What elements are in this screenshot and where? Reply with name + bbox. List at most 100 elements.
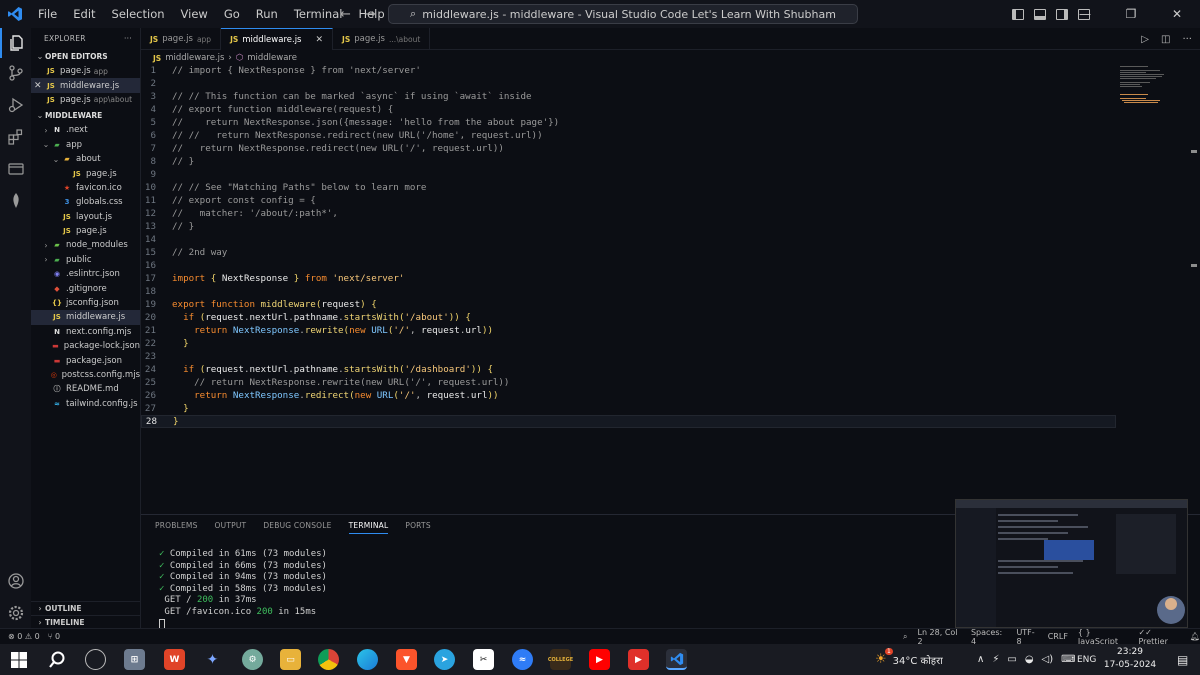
- file-item[interactable]: ◆ .gitignore: [31, 281, 140, 295]
- more-actions-icon[interactable]: ···: [1182, 34, 1192, 45]
- open-editors-header[interactable]: ⌄ OPEN EDITORS: [31, 48, 140, 64]
- split-editor-icon[interactable]: ◫: [1161, 34, 1170, 45]
- code-line[interactable]: 1 // import { NextResponse } from 'next/s…: [141, 64, 1116, 77]
- file-item[interactable]: JS layout.js: [31, 210, 140, 224]
- code-line[interactable]: 28}: [141, 415, 1116, 428]
- panel-tab-problems[interactable]: PROBLEMS: [155, 521, 198, 534]
- code-line[interactable]: 5 // return NextResponse.json({message: '…: [141, 116, 1116, 129]
- file-item[interactable]: Nnext.config.mjs: [31, 325, 140, 339]
- folder-item[interactable]: › ▰ public: [31, 253, 140, 267]
- code-line[interactable]: 24 if (request.nextUrl.pathname.startsWi…: [141, 363, 1116, 376]
- panel-tab-output[interactable]: OUTPUT: [215, 521, 247, 534]
- outline-section[interactable]: › OUTLINE: [31, 601, 141, 615]
- scrollbar-marker[interactable]: [1191, 264, 1197, 267]
- errors-indicator[interactable]: ⊗ 0 ⚠ 0: [8, 632, 40, 641]
- language-mode[interactable]: { } JavaScript: [1078, 628, 1129, 646]
- toggle-panel-icon[interactable]: [1034, 8, 1046, 20]
- telegram-icon[interactable]: ➤: [434, 649, 455, 670]
- run-icon[interactable]: ▷: [1141, 34, 1149, 45]
- settings-gear-icon[interactable]: [0, 598, 31, 628]
- code-line[interactable]: 20 if (request.nextUrl.pathname.startsWi…: [141, 311, 1116, 324]
- chevron-up-icon[interactable]: ∧: [977, 654, 984, 665]
- code-line[interactable]: 2: [141, 77, 1116, 90]
- terminal-output[interactable]: ✓ Compiled in 61ms (73 modules) ✓ Compile…: [159, 549, 327, 631]
- battery-saver-icon[interactable]: ⚡: [992, 654, 999, 665]
- wps-office-icon[interactable]: W: [164, 649, 185, 670]
- project-header[interactable]: ⌄ MIDDLEWARE: [31, 107, 140, 123]
- code-line[interactable]: 4 // export function middleware(request) …: [141, 103, 1116, 116]
- panel-tab-terminal[interactable]: TERMINAL: [348, 521, 389, 534]
- code-line[interactable]: 15 // 2nd way: [141, 246, 1116, 259]
- capcut-icon[interactable]: ✂: [473, 649, 494, 670]
- chatgpt-icon[interactable]: ⚙: [242, 649, 263, 670]
- vscode-taskbar-icon[interactable]: [666, 649, 687, 670]
- editor-tab[interactable]: JS middleware.js ✕: [221, 28, 334, 50]
- file-item[interactable]: ◎ postcss.config.mjs: [31, 368, 140, 382]
- volume-icon[interactable]: ◁): [1042, 654, 1054, 665]
- command-center-search[interactable]: ⌕ middleware.js - middleware - Visual St…: [388, 4, 858, 24]
- code-line[interactable]: 22 }: [141, 337, 1116, 350]
- code-line[interactable]: 10 // // See "Matching Paths" below to le…: [141, 181, 1116, 194]
- prettier-status[interactable]: ✓✓ Prettier: [1138, 628, 1179, 646]
- code-line[interactable]: 21 return NextResponse.rewrite(new URL('…: [141, 324, 1116, 337]
- explorer-icon[interactable]: [0, 28, 31, 58]
- file-item[interactable]: JS page.js: [31, 166, 140, 180]
- code-line[interactable]: 7 // return NextResponse.redirect(new URL…: [141, 142, 1116, 155]
- file-item[interactable]: ⓘ README.md: [31, 382, 140, 396]
- breadcrumb-symbol[interactable]: middleware: [247, 53, 297, 63]
- more-actions-icon[interactable]: ···: [124, 34, 132, 43]
- menu-selection[interactable]: Selection: [104, 0, 173, 28]
- gemini-icon[interactable]: ✦: [202, 649, 223, 670]
- file-item[interactable]: ◉ .eslintrc.json: [31, 267, 140, 281]
- network-icon[interactable]: ◒: [1025, 654, 1034, 665]
- menu-view[interactable]: View: [173, 0, 216, 28]
- panel-tab-debug-console[interactable]: DEBUG CONSOLE: [263, 521, 331, 534]
- line-ending[interactable]: CRLF: [1048, 632, 1068, 641]
- editor-tab[interactable]: JS page.js app: [141, 28, 222, 50]
- file-item[interactable]: ▬ package.json: [31, 353, 140, 367]
- scrollbar-marker[interactable]: [1191, 150, 1197, 153]
- brave-icon[interactable]: ▼: [396, 649, 417, 670]
- open-editor-item[interactable]: JS page.js app: [31, 64, 140, 78]
- file-item[interactable]: ★ favicon.ico: [31, 181, 140, 195]
- close-icon[interactable]: ✕: [34, 81, 44, 91]
- calculator-icon[interactable]: ⊞: [124, 649, 145, 670]
- code-line[interactable]: 14: [141, 233, 1116, 246]
- code-line[interactable]: 26 return NextResponse.redirect(new URL(…: [141, 389, 1116, 402]
- back-arrow-icon[interactable]: ←: [340, 7, 351, 22]
- code-line[interactable]: 13 // }: [141, 220, 1116, 233]
- file-item[interactable]: {} jsconfig.json: [31, 296, 140, 310]
- menu-file[interactable]: File: [30, 0, 65, 28]
- run-debug-icon[interactable]: [0, 90, 31, 120]
- code-line[interactable]: 18: [141, 285, 1116, 298]
- notification-center-icon[interactable]: ▤: [1177, 644, 1188, 675]
- minimize-icon[interactable]: —: [1062, 0, 1108, 28]
- extensions-icon[interactable]: [0, 122, 31, 152]
- code-line[interactable]: 11 // export const config = {: [141, 194, 1116, 207]
- file-explorer-icon[interactable]: ▭: [280, 649, 301, 670]
- mongodb-leaf-icon[interactable]: [0, 186, 31, 216]
- file-item[interactable]: ≈ tailwind.config.js: [31, 397, 140, 411]
- code-line[interactable]: 17 import { NextResponse } from 'next/ser…: [141, 272, 1116, 285]
- input-language[interactable]: ENG: [1077, 644, 1096, 675]
- file-item[interactable]: JS middleware.js: [31, 310, 140, 325]
- folder-item[interactable]: ⌄ ▰ app: [31, 138, 140, 152]
- file-item[interactable]: JS page.js: [31, 224, 140, 238]
- code-line[interactable]: 8 // }: [141, 155, 1116, 168]
- accounts-icon[interactable]: [0, 566, 31, 596]
- windows-start-icon[interactable]: [8, 649, 29, 670]
- menu-go[interactable]: Go: [216, 0, 248, 28]
- clock[interactable]: 23:29 17-05-2024: [1100, 646, 1160, 672]
- cursor-position[interactable]: Ln 28, Col 2: [917, 628, 960, 646]
- code-line[interactable]: 16: [141, 259, 1116, 272]
- panel-tab-ports[interactable]: PORTS: [405, 521, 430, 534]
- close-icon[interactable]: ✕: [1154, 0, 1200, 28]
- code-line[interactable]: 6 // // return NextResponse.redirect(new …: [141, 129, 1116, 142]
- weather-widget[interactable]: ☀ 1 34°C कोहरा: [875, 644, 943, 675]
- menu-edit[interactable]: Edit: [65, 0, 103, 28]
- forward-arrow-icon[interactable]: →: [365, 7, 376, 22]
- code-line[interactable]: 19 export function middleware(request) {: [141, 298, 1116, 311]
- source-control-icon[interactable]: [0, 58, 31, 88]
- timeline-section[interactable]: › TIMELINE: [31, 615, 141, 629]
- file-item[interactable]: ▬ package-lock.json: [31, 339, 140, 353]
